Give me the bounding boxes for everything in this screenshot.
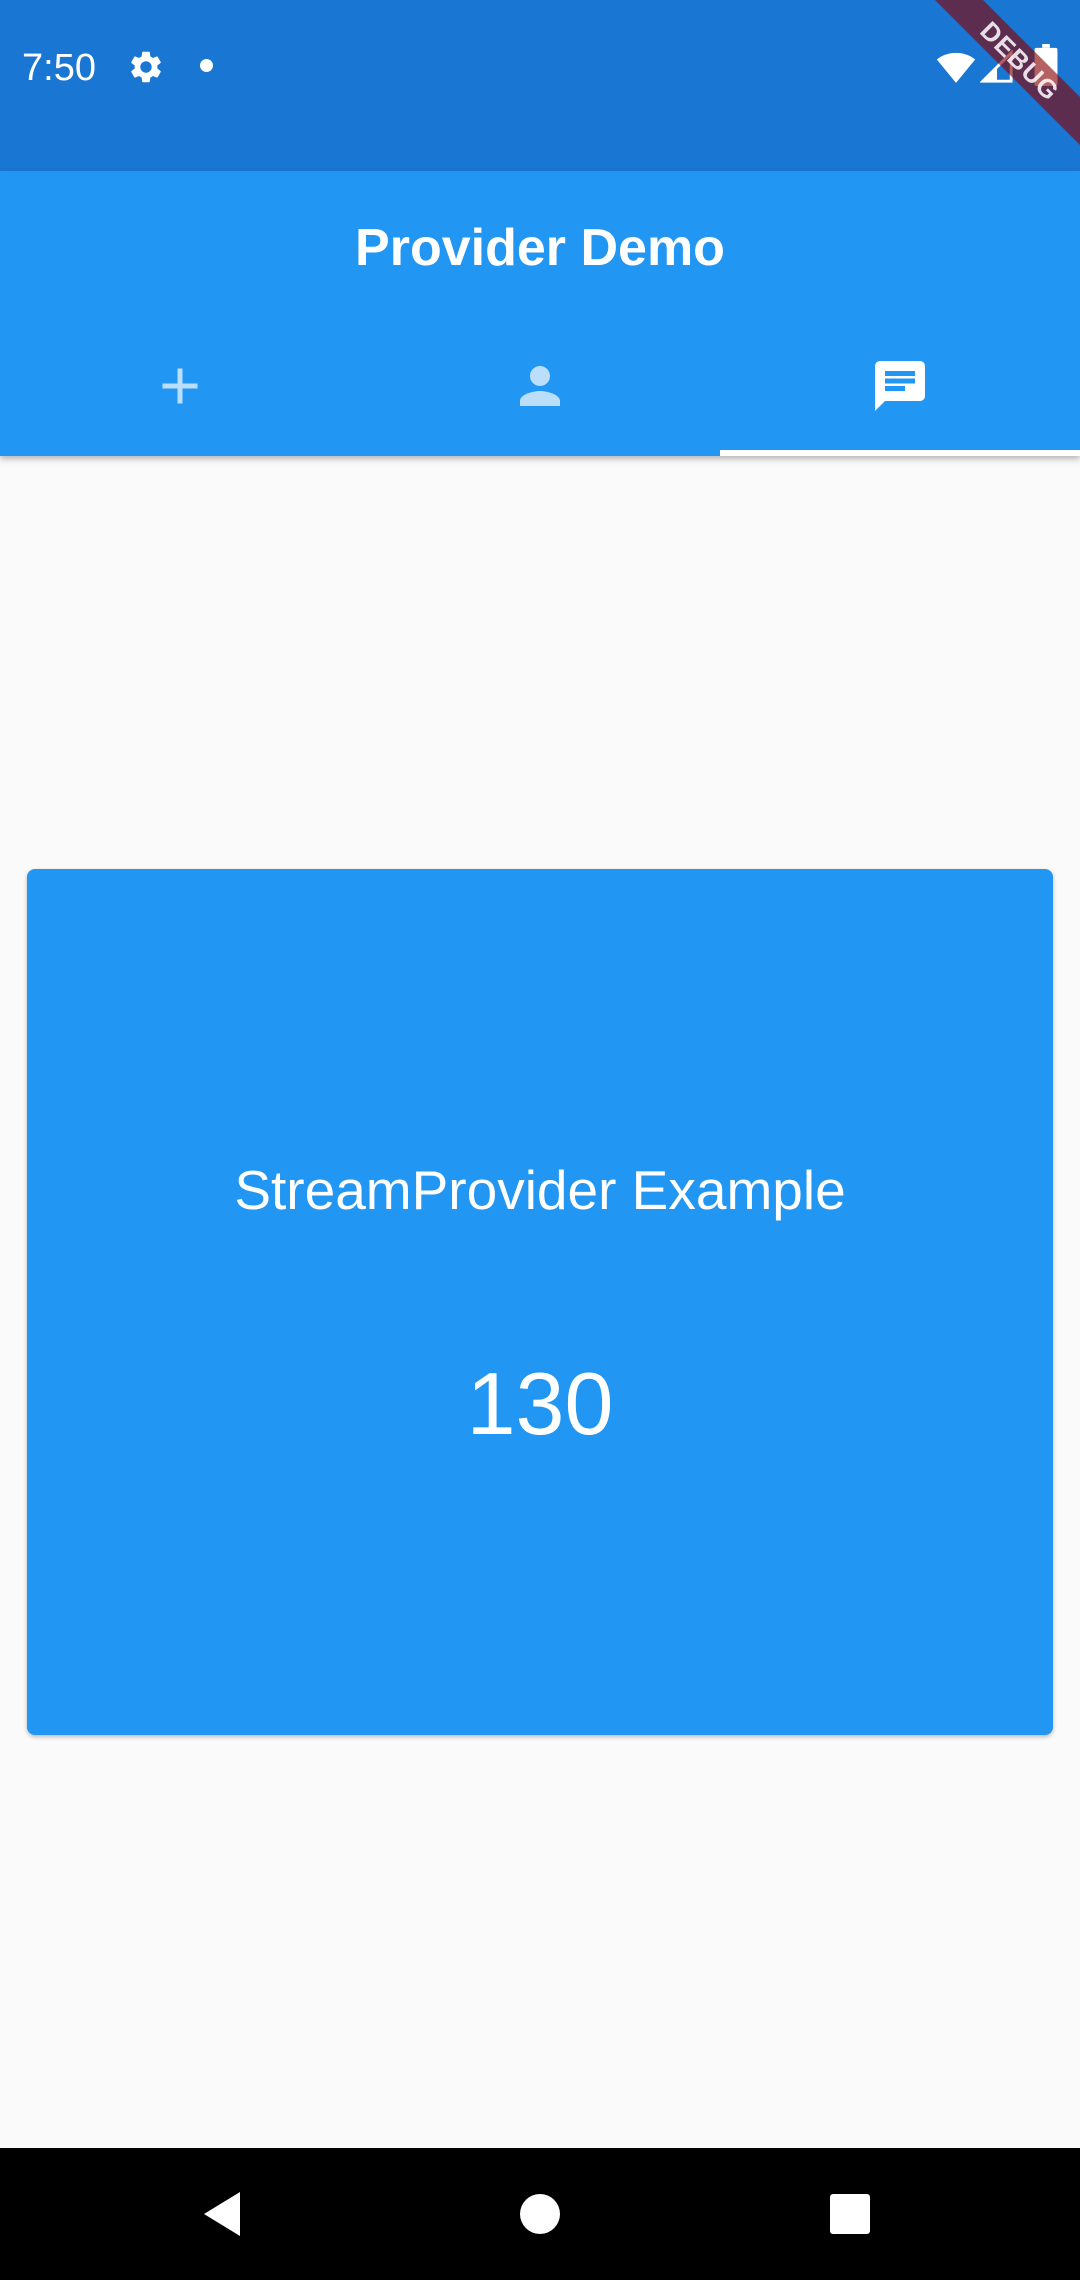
tab-person[interactable] xyxy=(360,316,720,456)
tab-message[interactable] xyxy=(720,316,1080,456)
wifi-icon xyxy=(936,52,976,83)
tab-add[interactable] xyxy=(0,316,360,456)
stream-value: 130 xyxy=(466,1354,614,1453)
recents-icon[interactable] xyxy=(818,2182,882,2246)
back-icon[interactable] xyxy=(190,2182,254,2246)
gear-icon xyxy=(131,51,161,83)
person-icon xyxy=(520,366,560,406)
status-bar: 7:50 xyxy=(0,0,1080,171)
message-icon xyxy=(875,361,925,411)
status-time: 7:50 xyxy=(22,47,96,89)
notification-dot-icon xyxy=(200,59,213,72)
app-bar: Provider Demo xyxy=(0,171,1080,456)
home-icon[interactable] xyxy=(508,2182,572,2246)
system-nav-bar xyxy=(0,2148,1080,2280)
signal-icon xyxy=(980,50,1013,83)
card-title: StreamProvider Example xyxy=(234,1159,846,1221)
add-icon xyxy=(162,368,198,404)
battery-icon xyxy=(1034,44,1058,86)
tab-indicator xyxy=(720,450,1080,456)
page-title: Provider Demo xyxy=(355,219,725,277)
stream-provider-card: StreamProvider Example 130 xyxy=(27,869,1053,1735)
